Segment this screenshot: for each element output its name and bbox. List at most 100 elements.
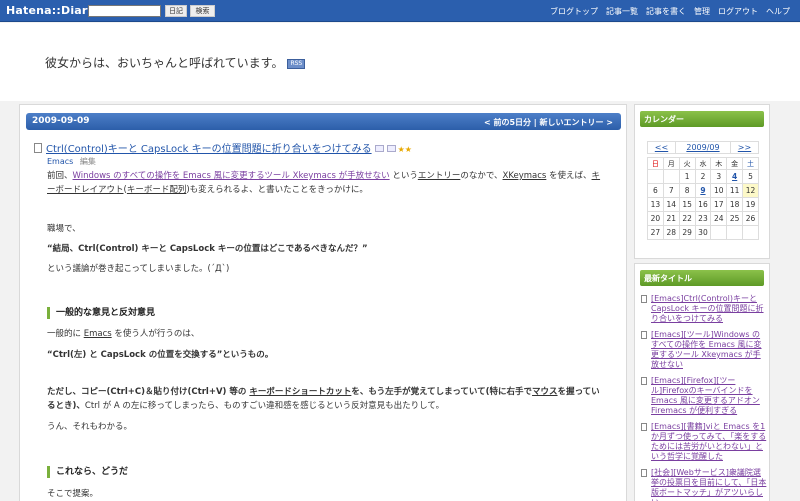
recent-title-link[interactable]: [Emacs][ツール]Windows のすべての操作を Emacs 風に変更す… [651, 330, 762, 369]
previous-entry-link[interactable]: Windows のすべての操作を Emacs 風に変更するツール Xkeymac… [73, 171, 390, 181]
day-cell: 10 [710, 183, 728, 198]
paragraph-1: 前回、Windows のすべての操作を Emacs 風に変更するツール Xkey… [47, 169, 607, 197]
search-button[interactable]: 検索 [190, 5, 215, 17]
paragraph-9: そこで提案。 [47, 489, 99, 499]
day-cell: 20 [647, 211, 664, 226]
site-logo[interactable]: Hatena::Diary [6, 4, 95, 17]
dow-cell: 月 [662, 157, 680, 170]
category-link[interactable]: Emacs [47, 157, 73, 166]
day-cell: 29 [678, 225, 696, 240]
edit-link[interactable]: 編集 [80, 157, 96, 166]
keyword-entry[interactable]: エントリー [418, 171, 461, 181]
text: を使えば、 [546, 171, 592, 181]
text: Ctrl が A の左に移ってしまったら、ものすごい違和感を感じるという反対意見… [84, 401, 445, 411]
calendar-heading: カレンダー [640, 111, 764, 127]
calendar-week: 6 7 8 9 10 11 12 [647, 183, 759, 198]
paragraph-3: “結局、Ctrl(Control) キーと CapsLock キーの位置はどこで… [47, 244, 368, 254]
calendar-prev-link[interactable]: << [648, 142, 675, 153]
day-cell: 23 [694, 211, 712, 226]
calendar-nav: << 2009/09 >> [647, 141, 759, 154]
entry-meta: Emacs 編集 [47, 156, 96, 167]
day-cell-linked[interactable]: 9 [694, 183, 712, 198]
page-icon [641, 377, 647, 385]
page-icon [641, 331, 647, 339]
entry-title: Ctrl(Control)キーと CapsLock キーの位置問題に折り合いをつ… [34, 140, 454, 155]
keyword-keyboard-array[interactable]: キーボード配列 [127, 185, 187, 195]
recent-title-item[interactable]: [Emacs][書籍]viと Emacs を1か月ずつ使ってみて、「楽をするため… [641, 422, 767, 462]
day-cell: 19 [742, 197, 759, 212]
link-article-list[interactable]: 記事一覧 [606, 6, 638, 17]
dow-cell: 火 [678, 157, 696, 170]
recent-title-link[interactable]: [Emacs][書籍]viと Emacs を1か月ずつ使ってみて、「楽をするため… [651, 422, 766, 461]
day-cell: 5 [742, 169, 759, 184]
recent-titles-module: 最新タイトル [Emacs]Ctrl(Control)キーと CapsLock … [634, 263, 770, 501]
calendar-table: 日 月 火 水 木 金 土 1 2 3 4 5 6 7 8 9 10 11 12… [647, 157, 759, 240]
keyword-xkeymacs[interactable]: XKeymacs [503, 171, 547, 181]
page-icon [641, 295, 647, 303]
recent-title-link[interactable]: [Emacs]Ctrl(Control)キーと CapsLock キーの位置問題… [651, 294, 764, 323]
calendar-week: 27 28 29 30 [647, 225, 759, 240]
day-cell [662, 169, 680, 184]
day-cell: 18 [726, 197, 744, 212]
bookmark-icon[interactable] [386, 145, 396, 152]
link-help[interactable]: ヘルプ [766, 6, 790, 17]
text: ただし、コピー(Ctrl+C)＆貼り付け(Ctrl+V) 等の [47, 387, 250, 397]
day-cell: 17 [710, 197, 728, 212]
day-cell: 3 [710, 169, 728, 184]
day-cell: 16 [694, 197, 712, 212]
paragraph-6: “Ctrl(左) と CapsLock の位置を交換する”というもの。 [47, 350, 274, 360]
search-input[interactable] [88, 5, 161, 17]
calendar-next-link[interactable]: >> [731, 142, 758, 153]
section-heading-2: これなら、どうだ [47, 466, 128, 478]
date-navigation[interactable]: < 前の5日分 | 新しいエントリー > [484, 117, 613, 128]
entry-date[interactable]: 2009-09-09 [32, 116, 90, 126]
recent-titles-list: [Emacs]Ctrl(Control)キーと CapsLock キーの位置問題… [641, 294, 767, 501]
text: 前回、 [47, 171, 73, 181]
top-links: ブログトップ 記事一覧 記事を書く 管理 ログアウト ヘルプ [550, 6, 790, 17]
keyword-keyboard-shortcut[interactable]: キーボードショートカット [249, 387, 351, 397]
day-cell: 26 [742, 211, 759, 226]
recent-title-item[interactable]: [社会][Webサービス]衆議院選挙の投票日を目前にして、「日本版ボートマッチ」… [641, 468, 767, 501]
text: を、もう左手が覚えてしまっていて(特に右手で [351, 387, 533, 397]
recent-title-item[interactable]: [Emacs]Ctrl(Control)キーと CapsLock キーの位置問題… [641, 294, 767, 324]
day-cell [647, 169, 664, 184]
recent-title-link[interactable]: [Emacs][Firefox][ツール]Firefoxのキーバインドを Ema… [651, 376, 760, 415]
day-cell [742, 225, 759, 240]
calendar-week: 13 14 15 16 17 18 19 [647, 197, 759, 212]
dow-cell: 木 [710, 157, 728, 170]
calendar-month-link[interactable]: 2009/09 [675, 142, 731, 153]
day-link[interactable]: 4 [732, 172, 737, 181]
paragraph-5: 一般的に Emacs を使う人が行うのは、 [47, 327, 607, 341]
recent-title-link[interactable]: [社会][Webサービス]衆議院選挙の投票日を目前にして、「日本版ボートマッチ」… [651, 468, 766, 501]
text: )も変えられるよ、と書いたことをきっかけに。 [186, 185, 368, 195]
comment-icon[interactable] [374, 145, 384, 152]
star-icon[interactable]: ★★ [398, 145, 412, 154]
day-cell: 25 [726, 211, 744, 226]
recent-titles-heading: 最新タイトル [640, 270, 764, 286]
entry-title-link[interactable]: Ctrl(Control)キーと CapsLock キーの位置問題に折り合いをつ… [46, 144, 372, 155]
day-cell: 6 [647, 183, 664, 198]
day-link[interactable]: 9 [700, 186, 705, 195]
calendar-week: 1 2 3 4 5 [647, 169, 759, 184]
calendar-dow-row: 日 月 火 水 木 金 土 [647, 157, 759, 170]
link-admin[interactable]: 管理 [694, 6, 710, 17]
link-blog-top[interactable]: ブログトップ [550, 6, 598, 17]
dow-cell: 水 [694, 157, 712, 170]
day-cell-linked[interactable]: 4 [726, 169, 744, 184]
keyword-mouse[interactable]: マウス [532, 387, 558, 397]
calendar-module: カレンダー << 2009/09 >> 日 月 火 水 木 金 土 1 2 3 … [634, 104, 770, 259]
diary-search-button[interactable]: 日記 [165, 5, 187, 17]
diary-title-text[interactable]: 彼女からは、おいちゃんと呼ばれています。 [45, 56, 283, 70]
rss-icon[interactable]: RSS [287, 58, 306, 69]
day-cell: 11 [726, 183, 744, 198]
page-icon [641, 469, 647, 477]
link-write-article[interactable]: 記事を書く [646, 6, 686, 17]
recent-title-item[interactable]: [Emacs][ツール]Windows のすべての操作を Emacs 風に変更す… [641, 330, 767, 370]
text: 一般的に [47, 329, 84, 339]
day-cell [710, 225, 728, 240]
recent-title-item[interactable]: [Emacs][Firefox][ツール]Firefoxのキーバインドを Ema… [641, 376, 767, 416]
keyword-emacs[interactable]: Emacs [84, 329, 112, 339]
day-cell: 22 [678, 211, 696, 226]
link-logout[interactable]: ログアウト [718, 6, 758, 17]
top-bar: Hatena::Diary 日記 検索 ブログトップ 記事一覧 記事を書く 管理… [0, 0, 800, 22]
